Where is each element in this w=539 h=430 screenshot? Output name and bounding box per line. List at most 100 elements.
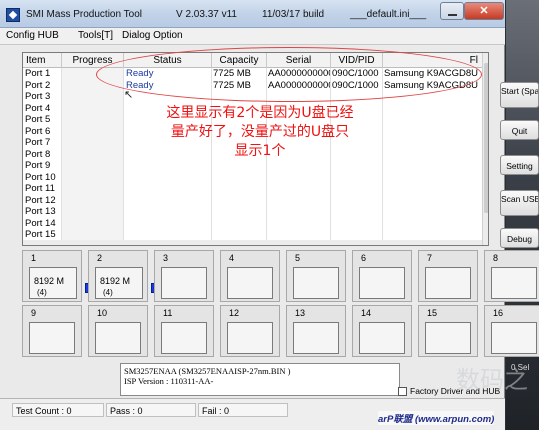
fail-count: Fail : 0 [198, 403, 288, 417]
usb-port-1[interactable]: 1 8192 M (4) [22, 250, 95, 302]
usb-port-11[interactable]: 11 [154, 305, 214, 357]
port-slot[interactable] [227, 267, 273, 299]
menu-tools[interactable]: Tools[T] [78, 30, 113, 41]
port-number: 10 [97, 308, 108, 318]
cell-item: Port 14 [23, 217, 62, 229]
start-button[interactable]: Start (Space Key) [500, 82, 539, 108]
usb-port-5[interactable]: 5 [286, 250, 346, 302]
cell-progress [62, 148, 124, 160]
cell-vid-pid [331, 206, 383, 218]
table-row[interactable]: Port 13 [23, 206, 483, 218]
port-slot[interactable] [227, 322, 273, 354]
port-number: 4 [229, 253, 235, 263]
usb-port-7[interactable]: 7 [418, 250, 478, 302]
usb-port-16[interactable]: 16 [484, 305, 539, 357]
horizontal-scrollbar[interactable] [23, 240, 482, 245]
usb-port-6[interactable]: 6 [352, 250, 412, 302]
cell-progress [62, 102, 124, 114]
cell-serial [267, 229, 331, 241]
port-number: 14 [361, 308, 372, 318]
port-slot[interactable] [425, 267, 471, 299]
cell-item: Port 15 [23, 229, 62, 241]
port-slot[interactable] [95, 322, 141, 354]
cell-capacity [212, 194, 267, 206]
cell-capacity [212, 229, 267, 241]
port-slot[interactable]: 8192 M (4) [29, 267, 77, 299]
cell-item: Port 3 [23, 91, 62, 103]
minimize-button[interactable] [440, 2, 464, 20]
port-capacity: 8192 M [34, 276, 65, 286]
port-channel: (4) [103, 288, 113, 297]
scrollbar-thumb[interactable] [484, 63, 488, 213]
usb-port-4[interactable]: 4 [220, 250, 280, 302]
cell-flash [383, 137, 483, 149]
controller-info: SM3257ENAA (SM3257ENAAISP-27nm.BIN ) [124, 366, 291, 376]
cell-status [124, 183, 212, 195]
port-panel: 1 8192 M (4) 2 8192 M (4) 3 4 5 6 7 8 9 10 11 12 13 14 15 1… [22, 250, 539, 363]
table-row[interactable]: Port 9 [23, 160, 483, 172]
port-slot[interactable] [359, 267, 405, 299]
port-slot[interactable]: 8192 M (4) [95, 267, 143, 299]
debug-button[interactable]: Debug [500, 228, 539, 248]
port-slot[interactable] [161, 322, 207, 354]
cell-status [124, 171, 212, 183]
port-number: 12 [229, 308, 240, 318]
port-slot[interactable] [491, 267, 537, 299]
usb-port-2[interactable]: 2 8192 M (4) [88, 250, 161, 302]
cell-flash [383, 194, 483, 206]
usb-port-13[interactable]: 13 [286, 305, 346, 357]
cell-item: Port 9 [23, 160, 62, 172]
cell-flash [383, 206, 483, 218]
port-number: 9 [31, 308, 37, 318]
port-slot[interactable] [161, 267, 207, 299]
port-slot[interactable] [359, 322, 405, 354]
usb-port-9[interactable]: 9 [22, 305, 82, 357]
menu-dialog-option[interactable]: Dialog Option [122, 30, 183, 41]
table-row[interactable]: Port 14 [23, 217, 483, 229]
cell-status [124, 160, 212, 172]
vertical-scrollbar[interactable] [482, 53, 488, 245]
scan-usb-button[interactable]: Scan USB (F5) [500, 190, 539, 216]
annotation-line-2: 量产好了，没量产过的U盘只 [170, 124, 350, 140]
cell-item: Port 13 [23, 206, 62, 218]
annotation-ellipse [96, 47, 482, 102]
cell-status [124, 206, 212, 218]
cell-item: Port 7 [23, 137, 62, 149]
close-button[interactable]: ✕ [464, 2, 504, 20]
mouse-cursor-icon: ↖ [124, 89, 134, 101]
cell-progress [62, 137, 124, 149]
table-row[interactable]: Port 15 [23, 229, 483, 241]
cell-progress [62, 114, 124, 126]
quit-button[interactable]: Quit [500, 120, 539, 140]
cell-vid-pid [331, 171, 383, 183]
cell-capacity [212, 206, 267, 218]
menu-config-hub[interactable]: Config HUB [6, 30, 59, 41]
port-slot[interactable] [293, 322, 339, 354]
setting-button[interactable]: Setting [500, 155, 539, 175]
port-number: 1 [31, 253, 37, 263]
col-item[interactable]: Item [23, 53, 62, 68]
annotation-line-3: 显示1个 [234, 143, 286, 159]
table-row[interactable]: Port 11 [23, 183, 483, 195]
usb-port-12[interactable]: 12 [220, 305, 280, 357]
cell-flash [383, 183, 483, 195]
cell-progress [62, 171, 124, 183]
port-slot[interactable] [491, 322, 537, 354]
build-date: 11/03/17 build [262, 9, 325, 20]
cell-progress [62, 160, 124, 172]
port-slot[interactable] [425, 322, 471, 354]
usb-port-15[interactable]: 15 [418, 305, 478, 357]
cell-flash [383, 148, 483, 160]
table-row[interactable]: Port 12 [23, 194, 483, 206]
table-row[interactable]: Port 10 [23, 171, 483, 183]
usb-port-8[interactable]: 8 [484, 250, 539, 302]
factory-driver-checkbox[interactable] [398, 387, 407, 397]
port-number: 7 [427, 253, 433, 263]
cell-serial [267, 171, 331, 183]
usb-port-10[interactable]: 10 [88, 305, 148, 357]
port-slot[interactable] [293, 267, 339, 299]
port-slot[interactable] [29, 322, 75, 354]
usb-port-3[interactable]: 3 [154, 250, 214, 302]
usb-port-14[interactable]: 14 [352, 305, 412, 357]
cell-flash [383, 102, 483, 114]
